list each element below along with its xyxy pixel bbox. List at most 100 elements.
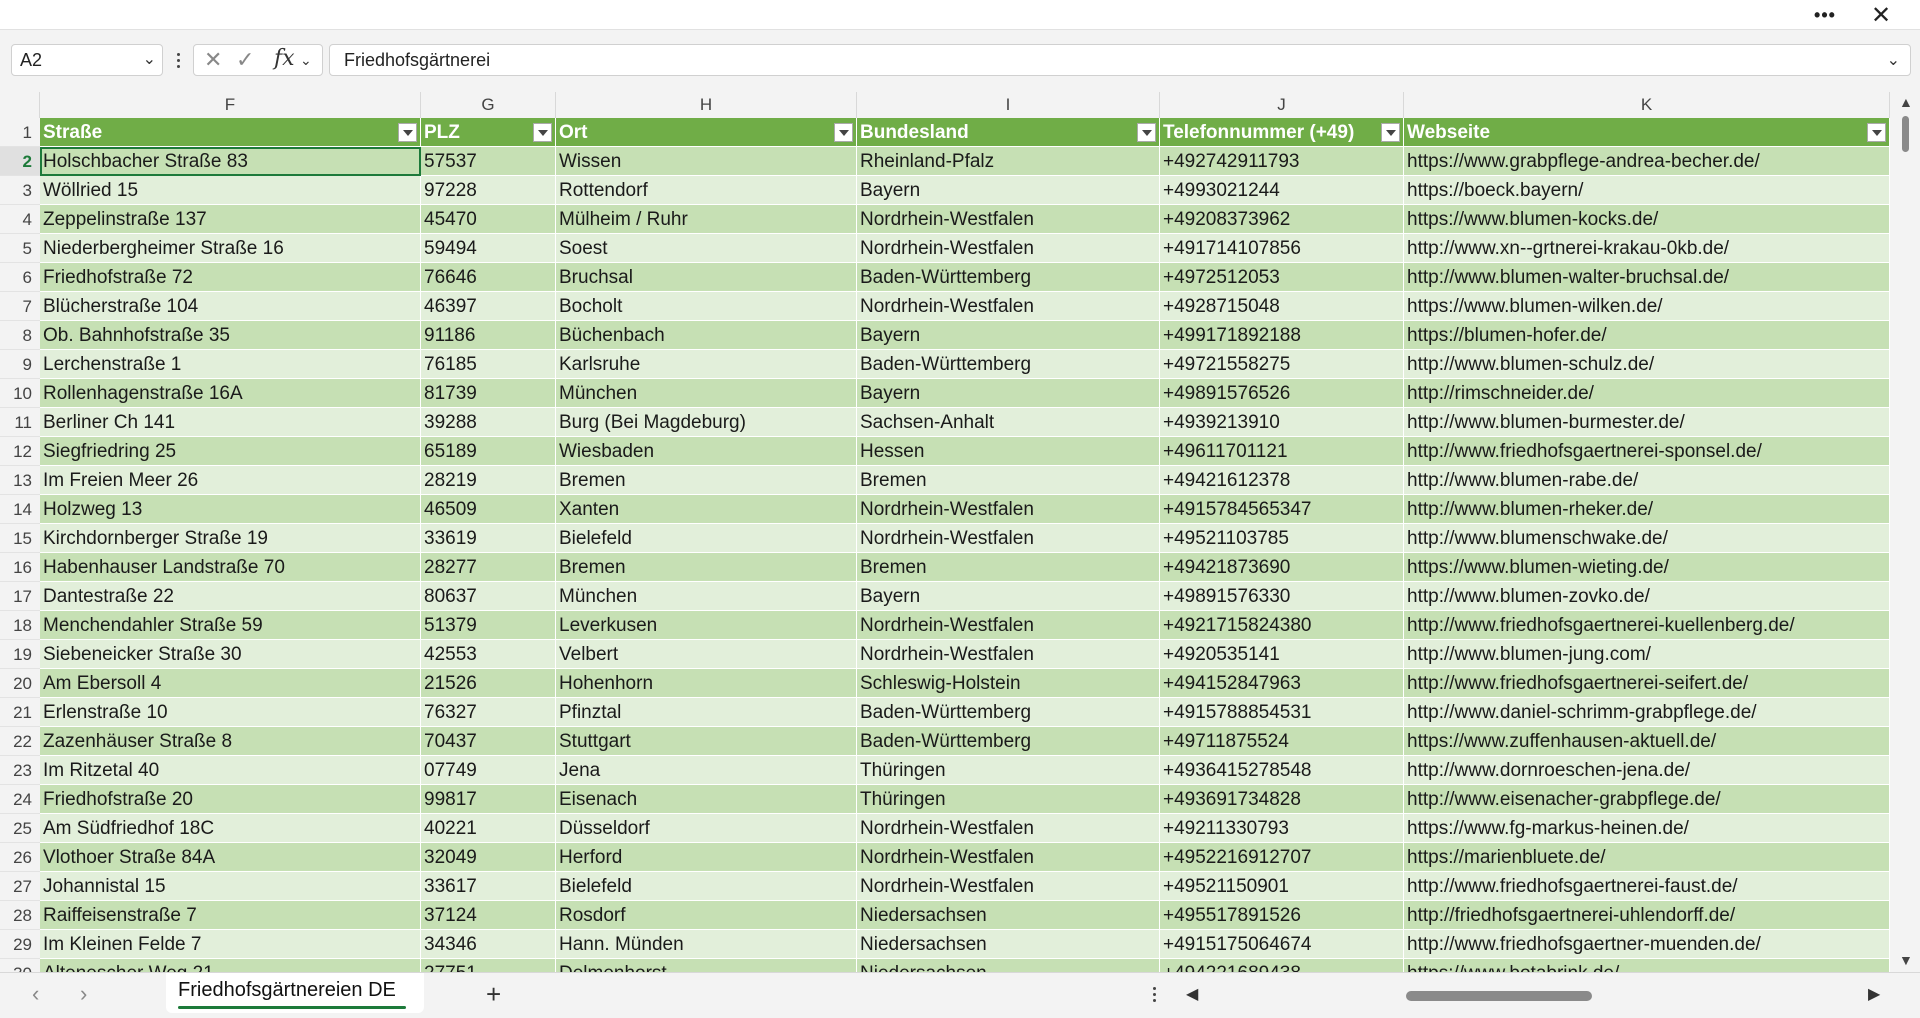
table-cell[interactable]: Bayern [857, 321, 1160, 350]
table-cell[interactable]: https://blumen-hofer.de/ [1404, 321, 1890, 350]
table-cell[interactable]: +495517891526 [1160, 901, 1404, 930]
chevron-down-icon[interactable]: ⌄ [300, 52, 312, 69]
table-cell[interactable]: Nordrhein-Westfalen [857, 524, 1160, 553]
table-cell[interactable]: Nordrhein-Westfalen [857, 640, 1160, 669]
table-cell[interactable]: Friedhofstraße 72 [40, 263, 421, 292]
insert-function-icon[interactable]: fx [274, 46, 295, 71]
row-number[interactable]: 9 [0, 350, 40, 379]
table-cell[interactable]: Siegfriedring 25 [40, 437, 421, 466]
table-cell[interactable]: Hann. Münden [556, 930, 857, 959]
column-header[interactable]: J [1160, 92, 1404, 118]
table-cell[interactable]: Niedersachsen [857, 901, 1160, 930]
table-cell[interactable]: http://www.friedhofsgaertnerei-sponsel.d… [1404, 437, 1890, 466]
table-cell[interactable]: Rollenhagenstraße 16A [40, 379, 421, 408]
row-number[interactable]: 24 [0, 785, 40, 814]
name-box[interactable]: A2 ⌄ [11, 44, 163, 76]
table-cell[interactable]: Niedersachsen [857, 959, 1160, 972]
table-cell[interactable]: Im Freien Meer 26 [40, 466, 421, 495]
row-number[interactable]: 11 [0, 408, 40, 437]
table-cell[interactable]: http://www.blumen-rabe.de/ [1404, 466, 1890, 495]
table-cell[interactable]: 76185 [421, 350, 556, 379]
table-cell[interactable]: 33619 [421, 524, 556, 553]
scroll-down-icon[interactable]: ▼ [1899, 952, 1913, 968]
table-cell[interactable]: +49421612378 [1160, 466, 1404, 495]
table-cell[interactable]: Nordrhein-Westfalen [857, 872, 1160, 901]
table-cell[interactable]: 27751 [421, 959, 556, 972]
row-number[interactable]: 4 [0, 205, 40, 234]
more-options-button[interactable]: ••• [1802, 0, 1848, 30]
row-number[interactable]: 25 [0, 814, 40, 843]
table-cell[interactable]: Bielefeld [556, 524, 857, 553]
header-cell[interactable]: Webseite [1404, 118, 1890, 147]
table-cell[interactable]: Thüringen [857, 785, 1160, 814]
table-cell[interactable]: http://www.blumen-jung.com/ [1404, 640, 1890, 669]
table-cell[interactable]: +49891576330 [1160, 582, 1404, 611]
table-cell[interactable]: Delmenhorst [556, 959, 857, 972]
table-cell[interactable]: München [556, 379, 857, 408]
table-cell[interactable]: +4915784565347 [1160, 495, 1404, 524]
table-cell[interactable]: +49211330793 [1160, 814, 1404, 843]
table-cell[interactable]: Dantestraße 22 [40, 582, 421, 611]
row-number[interactable]: 10 [0, 379, 40, 408]
table-cell[interactable]: Büchenbach [556, 321, 857, 350]
row-number[interactable]: 30 [0, 959, 40, 972]
table-cell[interactable]: Bocholt [556, 292, 857, 321]
row-number[interactable]: 19 [0, 640, 40, 669]
table-cell[interactable]: Velbert [556, 640, 857, 669]
table-cell[interactable]: +49521103785 [1160, 524, 1404, 553]
table-cell[interactable]: +49611701121 [1160, 437, 1404, 466]
table-cell[interactable]: +4939213910 [1160, 408, 1404, 437]
cancel-icon[interactable]: ✕ [204, 47, 222, 73]
table-cell[interactable]: Holzweg 13 [40, 495, 421, 524]
table-cell[interactable]: Im Kleinen Felde 7 [40, 930, 421, 959]
table-cell[interactable]: Jena [556, 756, 857, 785]
table-cell[interactable]: 57537 [421, 147, 556, 176]
table-cell[interactable]: Vlothoer Straße 84A [40, 843, 421, 872]
row-number[interactable]: 20 [0, 669, 40, 698]
table-cell[interactable]: Berliner Ch 141 [40, 408, 421, 437]
table-cell[interactable]: Nordrhein-Westfalen [857, 495, 1160, 524]
table-cell[interactable]: +49521150901 [1160, 872, 1404, 901]
table-cell[interactable]: Bremen [857, 553, 1160, 582]
table-cell[interactable]: Bayern [857, 582, 1160, 611]
table-cell[interactable]: http://www.blumen-walter-bruchsal.de/ [1404, 263, 1890, 292]
table-cell[interactable]: Habenhauser Landstraße 70 [40, 553, 421, 582]
table-cell[interactable]: Herford [556, 843, 857, 872]
row-number[interactable]: 3 [0, 176, 40, 205]
table-cell[interactable]: 07749 [421, 756, 556, 785]
table-cell[interactable]: +494221689438 [1160, 959, 1404, 972]
table-cell[interactable]: Bayern [857, 379, 1160, 408]
table-cell[interactable]: 99817 [421, 785, 556, 814]
table-cell[interactable]: Zazenhäuser Straße 8 [40, 727, 421, 756]
next-sheet-icon[interactable]: › [80, 981, 87, 1007]
horizontal-scroll-thumb[interactable] [1406, 991, 1592, 1001]
table-cell[interactable]: https://www.blumen-kocks.de/ [1404, 205, 1890, 234]
table-cell[interactable]: 39288 [421, 408, 556, 437]
row-number[interactable]: 16 [0, 553, 40, 582]
scroll-right-icon[interactable]: ▶ [1868, 984, 1880, 1004]
table-cell[interactable]: Bremen [556, 553, 857, 582]
row-number[interactable]: 14 [0, 495, 40, 524]
table-cell[interactable]: 51379 [421, 611, 556, 640]
table-cell[interactable]: https://www.fg-markus-heinen.de/ [1404, 814, 1890, 843]
table-cell[interactable]: Erlenstraße 10 [40, 698, 421, 727]
header-cell[interactable]: Bundesland [857, 118, 1160, 147]
table-cell[interactable]: 37124 [421, 901, 556, 930]
table-cell[interactable]: 32049 [421, 843, 556, 872]
row-number[interactable]: 21 [0, 698, 40, 727]
check-icon[interactable]: ✓ [236, 47, 254, 73]
table-cell[interactable]: Düsseldorf [556, 814, 857, 843]
sheet-tab[interactable]: Friedhofsgärtnereien DE [166, 973, 424, 1013]
table-cell[interactable]: 76327 [421, 698, 556, 727]
table-cell[interactable]: Bremen [556, 466, 857, 495]
table-cell[interactable]: München [556, 582, 857, 611]
vertical-scrollbar[interactable]: ▲ ▼ [1890, 92, 1920, 972]
table-cell[interactable]: +499171892188 [1160, 321, 1404, 350]
add-sheet-icon[interactable]: + [486, 979, 501, 1010]
table-cell[interactable]: http://www.daniel-schrimm-grabpflege.de/ [1404, 698, 1890, 727]
table-cell[interactable]: Am Ebersoll 4 [40, 669, 421, 698]
close-button[interactable]: ✕ [1858, 0, 1904, 30]
table-cell[interactable]: +4921715824380 [1160, 611, 1404, 640]
table-cell[interactable]: +4936415278548 [1160, 756, 1404, 785]
row-number[interactable]: 18 [0, 611, 40, 640]
